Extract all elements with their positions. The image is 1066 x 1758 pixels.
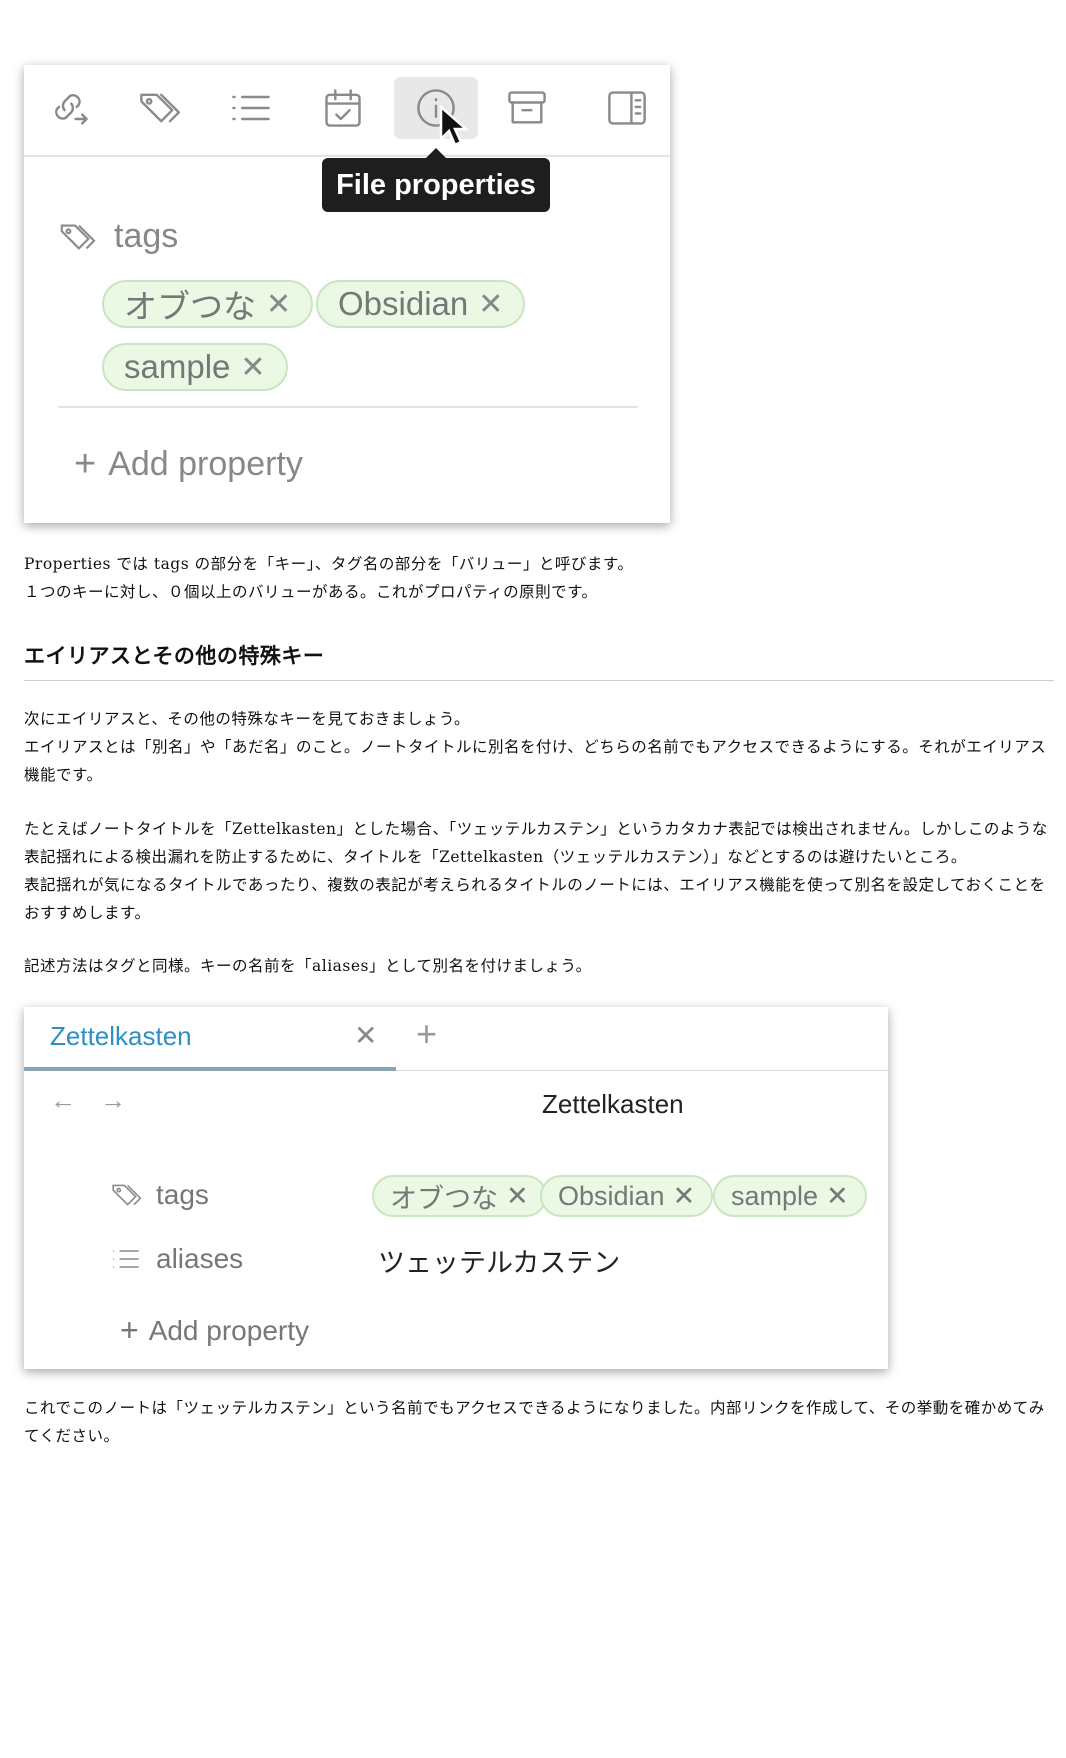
property-key-label: tags xyxy=(114,217,179,255)
sidebar-toolbar xyxy=(24,65,670,157)
text-line: Properties では tags の部分を「キー」、タグ名の部分を「バリュー… xyxy=(24,555,634,573)
text-line: １つのキーに対し、０個以上のバリューがある。これがプロパティの原則です。 xyxy=(24,583,598,601)
file-properties-screenshot: File properties tags オブつな ✕ Obsidian ✕ s… xyxy=(24,65,670,523)
property-key-label: aliases xyxy=(156,1243,244,1274)
add-property-label: Add property xyxy=(108,445,303,483)
chip-label: オブつな xyxy=(390,1183,498,1214)
tags-icon[interactable] xyxy=(128,77,190,139)
tab-title: Zettelkasten xyxy=(50,1021,192,1051)
plus-icon: + xyxy=(74,443,97,485)
add-property-button[interactable]: + Add property xyxy=(74,443,303,486)
section-heading: エイリアスとその他の特殊キー xyxy=(24,643,325,668)
paragraph-alias-example: たとえばノートタイトルを「Zettelkasten」とした場合、「ツェッテルカス… xyxy=(24,815,1054,927)
property-key-label: tags xyxy=(156,1179,209,1210)
paragraph-properties-explanation: Properties では tags の部分を「キー」、タグ名の部分を「バリュー… xyxy=(24,550,1054,606)
tab-bar: Zettelkasten ✕ + xyxy=(24,1007,888,1071)
back-arrow-icon[interactable]: ← xyxy=(50,1085,76,1116)
note-title: Zettelkasten xyxy=(542,1089,684,1119)
chip-label: オブつな xyxy=(124,288,256,325)
text-line: エイリアスとは「別名」や「あだ名」のこと。ノートタイトルに別名を付け、どちらの名… xyxy=(24,738,1047,756)
heading-rule xyxy=(24,680,1054,681)
outgoing-links-icon[interactable] xyxy=(38,77,100,139)
chip-label: sample xyxy=(731,1180,819,1211)
paragraph-alias-intro: 次にエイリアスと、その他の特殊なキーを見ておきましょう。 エイリアスとは「別名」… xyxy=(24,705,1054,789)
text-line: 表記揺れが気になるタイトルであったり、複数の表記が考えられるタイトルのノートには… xyxy=(24,876,1046,894)
new-tab-icon[interactable]: + xyxy=(416,1013,437,1055)
property-key-aliases[interactable]: aliases xyxy=(110,1243,243,1275)
chip-label: Obsidian xyxy=(338,285,469,322)
chip-remove-icon[interactable]: ✕ xyxy=(266,287,291,322)
text-line: たとえばノートタイトルを「Zettelkasten」とした場合、「ツェッテルカス… xyxy=(24,820,1048,838)
chip-remove-icon[interactable]: ✕ xyxy=(673,1181,696,1212)
tag-chip[interactable]: Obsidian ✕ xyxy=(540,1175,714,1217)
file-properties-tooltip: File properties xyxy=(322,148,550,212)
outline-list-icon[interactable] xyxy=(220,77,282,139)
paragraph-alias-howto: 記述方法はタグと同様。キーの名前を「aliases」として別名を付けましょう。 xyxy=(24,952,1054,980)
tags-icon xyxy=(112,1184,142,1206)
divider xyxy=(58,406,638,408)
add-property-button[interactable]: + Add property xyxy=(120,1312,309,1349)
text-line: 記述方法はタグと同様。キーの名前を「aliases」として別名を付けましょう。 xyxy=(24,957,592,975)
alias-value[interactable]: ツェッテルカステン xyxy=(378,1241,620,1280)
list-icon xyxy=(113,1250,139,1268)
text-line: おすすめします。 xyxy=(24,904,151,922)
tag-chip[interactable]: sample ✕ xyxy=(102,343,288,391)
tags-icon xyxy=(60,224,96,250)
property-key-tags[interactable]: tags xyxy=(110,1179,209,1211)
tag-chip[interactable]: Obsidian ✕ xyxy=(316,280,526,328)
right-sidebar-icon[interactable] xyxy=(596,77,658,139)
chip-remove-icon[interactable]: ✕ xyxy=(478,287,503,322)
chip-remove-icon[interactable]: ✕ xyxy=(826,1181,849,1212)
text-line: てください。 xyxy=(24,1427,120,1445)
note-aliases-screenshot: Zettelkasten ✕ + ← → Zettelkasten tags オ… xyxy=(24,1007,888,1369)
add-property-label: Add property xyxy=(148,1314,310,1346)
mouse-cursor-icon xyxy=(439,105,468,147)
chip-label: sample xyxy=(124,348,231,385)
text-line: 次にエイリアスと、その他の特殊なキーを見ておきましょう。 xyxy=(24,710,470,728)
text-line: これでこのノートは「ツェッテルカステン」という名前でもアクセスできるようになりま… xyxy=(24,1399,1045,1417)
chip-label: Obsidian xyxy=(558,1180,665,1211)
text-line: 機能です。 xyxy=(24,766,103,784)
tab-zettelkasten[interactable]: Zettelkasten ✕ xyxy=(24,1007,396,1071)
tag-chip[interactable]: sample ✕ xyxy=(713,1175,867,1217)
chip-remove-icon[interactable]: ✕ xyxy=(506,1181,529,1212)
chip-remove-icon[interactable]: ✕ xyxy=(240,350,265,385)
paragraph-alias-result: これでこのノートは「ツェッテルカステン」という名前でもアクセスできるようになりま… xyxy=(24,1394,1054,1450)
forward-arrow-icon[interactable]: → xyxy=(100,1085,126,1116)
archive-icon[interactable] xyxy=(496,77,558,139)
tab-close-icon[interactable]: ✕ xyxy=(354,1019,377,1052)
plus-icon: + xyxy=(120,1312,139,1348)
text-line: 表記揺れによる検出漏れを防止するために、タイトルを「Zettelkasten（ツ… xyxy=(24,848,967,866)
tag-chip[interactable]: オブつな ✕ xyxy=(102,280,314,328)
property-key-tags[interactable]: tags xyxy=(58,217,178,256)
tag-chip[interactable]: オブつな ✕ xyxy=(372,1175,547,1217)
calendar-check-icon[interactable] xyxy=(312,77,374,139)
